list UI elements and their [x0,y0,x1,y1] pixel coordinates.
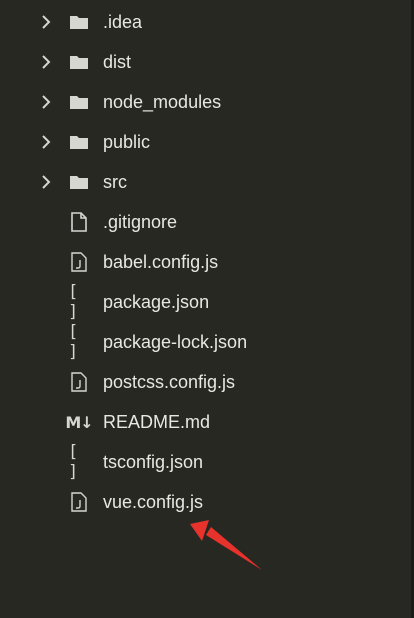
chevron-right-icon[interactable] [38,94,54,110]
file-explorer: .idea dist node_modules public src .giti… [0,0,414,618]
folder-icon [68,92,90,112]
tree-item-package-json-file[interactable]: [ ] package.json [0,282,411,322]
tree-item-public-folder[interactable]: public [0,122,411,162]
json-file-glyph: [ ] [68,282,81,322]
tree-item-label: tsconfig.json [103,452,204,472]
folder-icon [68,52,90,72]
tree-item-vue-config-file[interactable]: vue.config.js [0,482,411,522]
tree-item-tsconfig-json-file[interactable]: [ ] tsconfig.json [0,442,411,482]
tree-item-label: postcss.config.js [103,372,236,392]
tree-item-label: package.json [103,292,210,312]
tree-item-label: README.md [103,412,211,432]
tree-item-label: package-lock.json [103,332,248,352]
chevron-right-icon[interactable] [38,174,54,190]
tree-item-label: public [103,132,151,152]
tree-item-label: node_modules [103,92,222,112]
json-file-glyph: [ ] [68,322,81,362]
tree-item-label: .gitignore [103,212,178,232]
chevron-right-icon[interactable] [38,14,54,30]
tree-item-gitignore-file[interactable]: .gitignore [0,202,411,242]
markdown-file-icon: M↓ [65,412,93,432]
tree-item-package-lock-json-file[interactable]: [ ] package-lock.json [0,322,411,362]
tree-item-label: babel.config.js [103,252,219,272]
tree-item-babel-config-file[interactable]: babel.config.js [0,242,411,282]
markdown-file-glyph: M↓ [65,412,93,432]
js-file-icon [68,492,90,512]
tree-item-readme-file[interactable]: M↓ README.md [0,402,411,442]
js-file-icon [68,252,90,272]
json-file-glyph: [ ] [68,442,81,482]
folder-icon [68,12,90,32]
tree-item-label: vue.config.js [103,492,204,512]
chevron-right-icon[interactable] [38,54,54,70]
tree-item-node-modules-folder[interactable]: node_modules [0,82,411,122]
tree-item-idea-folder[interactable]: .idea [0,2,411,42]
json-file-icon: [ ] [68,442,90,482]
js-file-icon [68,372,90,392]
tree-item-label: src [103,172,127,192]
tree-item-dist-folder[interactable]: dist [0,42,411,82]
file-icon [68,212,90,232]
json-file-icon: [ ] [68,282,90,322]
json-file-icon: [ ] [68,322,90,362]
folder-icon [68,172,90,192]
folder-icon [68,132,90,152]
file-tree: .idea dist node_modules public src .giti… [0,2,411,522]
tree-item-label: .idea [103,12,143,32]
tree-item-postcss-config-file[interactable]: postcss.config.js [0,362,411,402]
tree-item-label: dist [103,52,132,72]
tree-item-src-folder[interactable]: src [0,162,411,202]
chevron-right-icon[interactable] [38,134,54,150]
